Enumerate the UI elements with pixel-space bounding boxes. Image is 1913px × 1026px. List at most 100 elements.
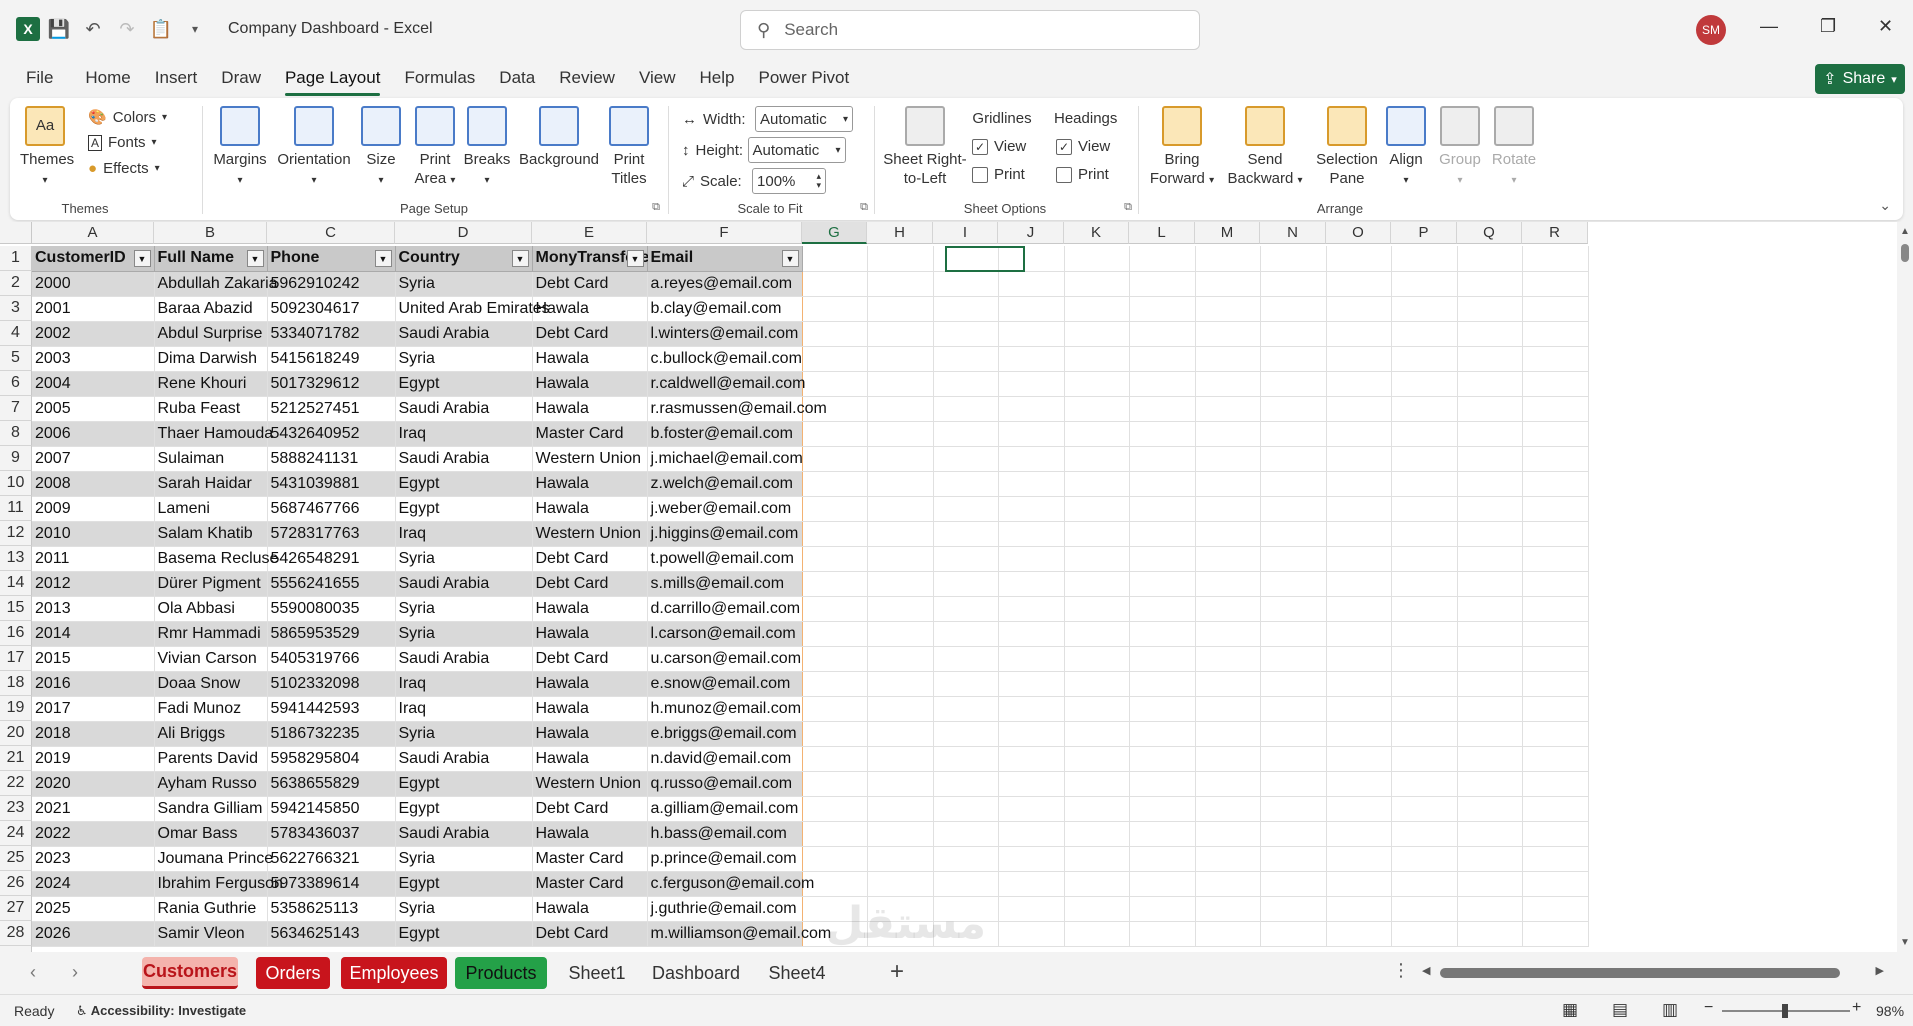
empty-cell[interactable] <box>1391 621 1458 647</box>
table-cell[interactable]: Egypt <box>395 371 533 397</box>
column-header-a[interactable]: A <box>32 222 154 244</box>
table-cell[interactable]: Egypt <box>395 871 533 897</box>
table-cell[interactable]: Parents David <box>154 746 268 772</box>
empty-cell[interactable] <box>1195 321 1261 347</box>
empty-cell[interactable] <box>1457 521 1523 547</box>
table-cell[interactable]: 2026 <box>32 921 155 947</box>
empty-cell[interactable] <box>1129 521 1196 547</box>
empty-cell[interactable] <box>802 446 868 472</box>
empty-cell[interactable] <box>802 896 868 922</box>
table-cell[interactable]: Thaer Hamouda <box>154 421 273 447</box>
empty-cell[interactable] <box>1522 471 1589 497</box>
empty-cell[interactable] <box>1260 496 1327 522</box>
empty-cell[interactable] <box>1064 871 1130 897</box>
empty-cell[interactable] <box>1391 546 1458 572</box>
empty-cell[interactable] <box>1129 696 1196 722</box>
empty-cell[interactable] <box>1064 571 1130 597</box>
empty-cell[interactable] <box>1522 571 1589 597</box>
empty-cell[interactable] <box>1522 871 1589 897</box>
table-cell[interactable]: 2013 <box>32 596 155 622</box>
table-cell[interactable]: 2023 <box>32 846 155 872</box>
table-cell[interactable]: Hawala <box>532 621 648 647</box>
empty-cell[interactable] <box>1064 371 1130 397</box>
empty-cell[interactable] <box>1522 421 1589 447</box>
table-cell[interactable]: Hawala <box>532 596 648 622</box>
column-heading[interactable]: Phone ▼ <box>267 246 396 272</box>
column-header-q[interactable]: Q <box>1457 222 1522 244</box>
column-heading[interactable]: Full Name ▼ <box>154 246 268 272</box>
empty-cell[interactable] <box>1457 846 1523 872</box>
scale-stepper[interactable]: 100% ▴ ▾ <box>752 168 827 194</box>
empty-cell[interactable] <box>1457 296 1523 322</box>
table-cell[interactable]: Debt Card <box>532 571 648 597</box>
empty-cell[interactable] <box>1326 421 1392 447</box>
vertical-scrollbar[interactable]: ▲ ▼ <box>1897 222 1913 952</box>
table-cell[interactable]: Basema Recluse <box>154 546 278 572</box>
restore-icon[interactable]: ❐ <box>1820 16 1836 37</box>
empty-cell[interactable] <box>933 896 999 922</box>
empty-cell[interactable] <box>998 371 1065 397</box>
table-cell[interactable]: d.carrillo@email.com <box>647 596 803 622</box>
table-cell[interactable]: Abdullah Zakaria <box>154 271 278 297</box>
empty-cell[interactable] <box>1195 921 1261 947</box>
table-cell[interactable]: j.higgins@email.com <box>647 521 803 547</box>
empty-cell[interactable] <box>1260 471 1327 497</box>
table-cell[interactable]: United Arab Emirates <box>395 296 550 322</box>
empty-cell[interactable] <box>1326 571 1392 597</box>
empty-cell[interactable] <box>1326 446 1392 472</box>
table-cell[interactable]: Hawala <box>532 821 648 847</box>
share-button[interactable]: ⇪ Share ▾ <box>1815 64 1905 94</box>
table-cell[interactable]: 5405319766 <box>267 646 396 672</box>
table-cell[interactable]: Egypt <box>395 921 533 947</box>
row-header[interactable]: 2 <box>0 271 32 296</box>
empty-cell[interactable] <box>1195 596 1261 622</box>
empty-cell[interactable] <box>1260 646 1327 672</box>
empty-cell[interactable] <box>1129 471 1196 497</box>
empty-cell[interactable] <box>1326 696 1392 722</box>
empty-cell[interactable] <box>998 696 1065 722</box>
empty-cell[interactable] <box>1129 496 1196 522</box>
table-cell[interactable]: 5432640952 <box>267 421 396 447</box>
empty-cell[interactable] <box>867 296 934 322</box>
tab-draw[interactable]: Draw <box>209 58 273 98</box>
empty-cell[interactable] <box>998 521 1065 547</box>
column-header-n[interactable]: N <box>1260 222 1326 244</box>
column-header-m[interactable]: M <box>1195 222 1260 244</box>
empty-cell[interactable] <box>998 596 1065 622</box>
empty-cell[interactable] <box>1195 746 1261 772</box>
table-cell[interactable]: Hawala <box>532 896 648 922</box>
empty-cell[interactable] <box>1522 296 1589 322</box>
row-header[interactable]: 10 <box>0 471 32 496</box>
empty-cell[interactable] <box>867 321 934 347</box>
empty-cell[interactable] <box>933 821 999 847</box>
empty-cell[interactable] <box>1260 246 1327 272</box>
table-cell[interactable]: 2006 <box>32 421 155 447</box>
empty-cell[interactable] <box>1260 571 1327 597</box>
empty-cell[interactable] <box>1064 896 1130 922</box>
empty-cell[interactable] <box>1129 571 1196 597</box>
empty-cell[interactable] <box>1260 396 1327 422</box>
table-cell[interactable]: c.ferguson@email.com <box>647 871 814 897</box>
empty-cell[interactable] <box>1064 471 1130 497</box>
empty-cell[interactable] <box>1326 596 1392 622</box>
empty-cell[interactable] <box>867 696 934 722</box>
prev-sheet-icon[interactable]: ‹ <box>30 962 36 983</box>
empty-cell[interactable] <box>1522 596 1589 622</box>
empty-cell[interactable] <box>998 821 1065 847</box>
table-cell[interactable]: Debt Card <box>532 271 648 297</box>
empty-cell[interactable] <box>1129 371 1196 397</box>
column-header-l[interactable]: L <box>1129 222 1195 244</box>
headings-view-checkbox[interactable]: ✓ View <box>1056 138 1110 155</box>
column-header-d[interactable]: D <box>395 222 532 244</box>
table-cell[interactable]: a.reyes@email.com <box>647 271 803 297</box>
table-cell[interactable]: 5634625143 <box>267 921 396 947</box>
table-cell[interactable]: 5942145850 <box>267 796 396 822</box>
column-header-i[interactable]: I <box>933 222 998 244</box>
row-header[interactable]: 27 <box>0 896 32 921</box>
empty-cell[interactable] <box>867 821 934 847</box>
empty-cell[interactable] <box>1064 446 1130 472</box>
empty-cell[interactable] <box>998 571 1065 597</box>
accessibility-status[interactable]: ♿ Accessibility: Investigate <box>76 1003 246 1019</box>
table-cell[interactable]: Lameni <box>154 496 268 522</box>
empty-cell[interactable] <box>933 671 999 697</box>
